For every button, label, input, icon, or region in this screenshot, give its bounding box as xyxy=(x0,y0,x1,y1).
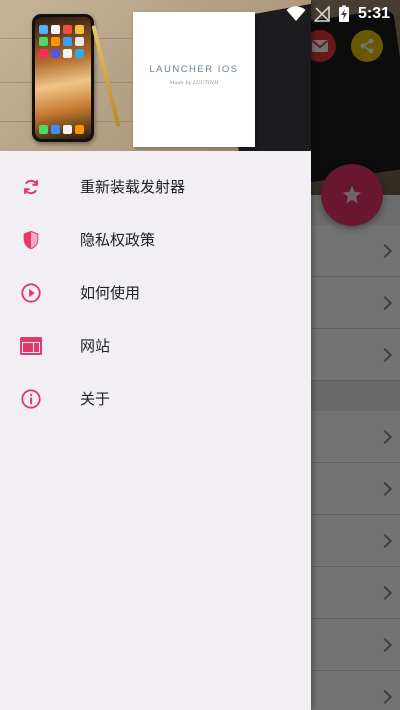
menu-item-website[interactable]: 网站 xyxy=(0,319,311,372)
info-icon xyxy=(19,387,43,411)
status-time: 5:31 xyxy=(357,5,390,22)
battery-charging-icon xyxy=(338,5,349,22)
status-bar: 5:31 xyxy=(0,0,400,28)
menu-item-label: 隐私权政策 xyxy=(80,231,156,249)
menu-item-label: 网站 xyxy=(80,337,111,355)
web-icon xyxy=(19,334,43,358)
notebook-subtitle: Made by LUUTINH xyxy=(169,80,219,86)
wifi-icon xyxy=(286,6,306,21)
menu-item-label: 如何使用 xyxy=(80,284,141,302)
menu-item-about[interactable]: 关于 xyxy=(0,372,311,425)
drawer-menu: 重新装载发射器 隐私权政策 如何使用 网站 关于 xyxy=(0,160,311,425)
shield-icon xyxy=(19,228,43,252)
no-signal-icon xyxy=(313,6,330,22)
menu-item-label: 关于 xyxy=(80,390,111,408)
notebook-title: LAUNCHER IOS xyxy=(149,64,239,75)
navigation-drawer: LAUNCHER IOS Made by LUUTINH 重新装载发射器 隐私权… xyxy=(0,0,311,710)
phone-image xyxy=(32,14,94,142)
menu-item-how-to-use[interactable]: 如何使用 xyxy=(0,266,311,319)
refresh-icon xyxy=(19,175,43,199)
menu-item-label: 重新装载发射器 xyxy=(80,178,186,196)
menu-item-reload-launcher[interactable]: 重新装载发射器 xyxy=(0,160,311,213)
menu-item-privacy-policy[interactable]: 隐私权政策 xyxy=(0,213,311,266)
play-circle-icon xyxy=(19,281,43,305)
notebook-image: LAUNCHER IOS Made by LUUTINH xyxy=(133,12,255,147)
pen-image xyxy=(91,25,121,127)
